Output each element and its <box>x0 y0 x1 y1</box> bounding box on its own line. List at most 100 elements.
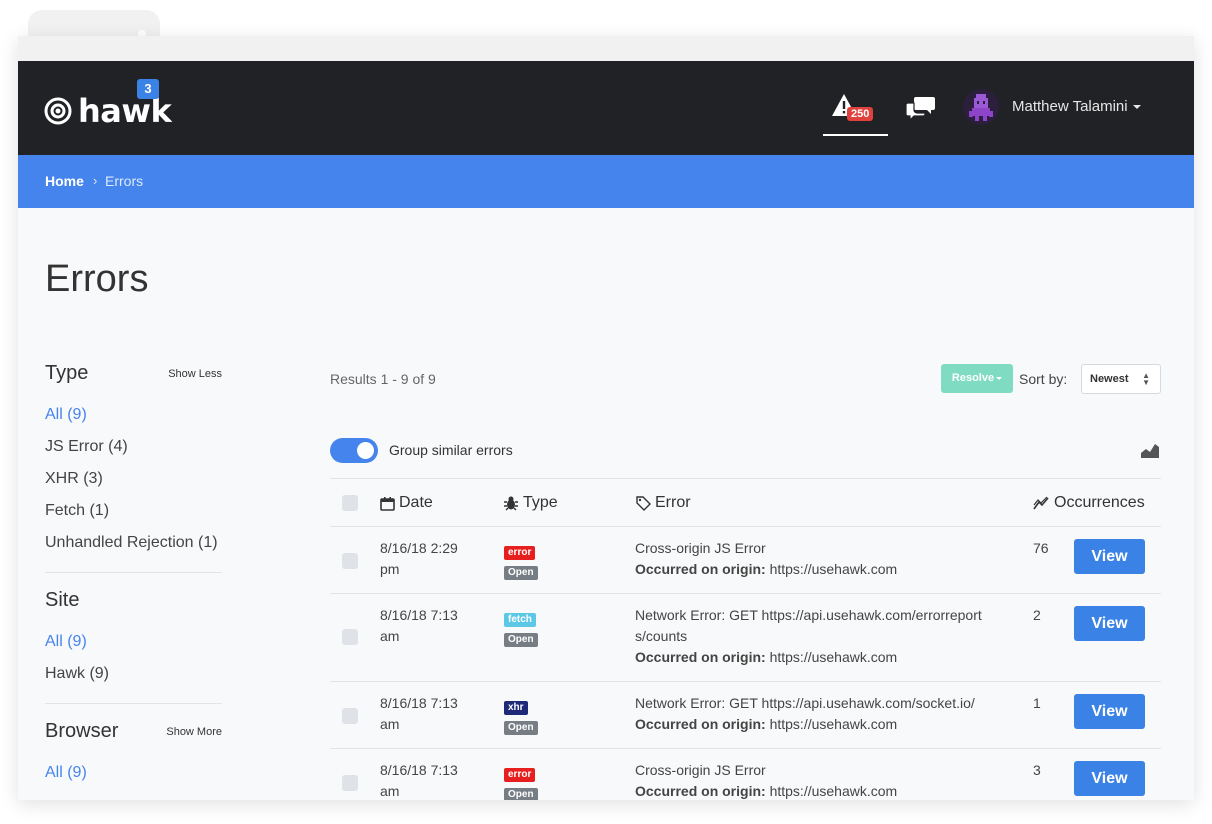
error-origin-line: Occurred on origin: https://usehawk.com <box>635 714 1015 735</box>
row-occurrences: 3 <box>1033 762 1041 778</box>
row-error: Network Error: GET https://api.usehawk.c… <box>635 605 1015 668</box>
view-button[interactable]: View <box>1074 761 1145 796</box>
error-origin-line: Occurred on origin: https://usehawk.com <box>635 781 1015 800</box>
row-checkbox[interactable] <box>342 553 358 569</box>
filter-type-unhandled-rejection[interactable]: Unhandled Rejection (1) <box>45 534 222 553</box>
group-similar-label: Group similar errors <box>389 442 513 458</box>
row-type: error Open <box>504 540 538 581</box>
sort-value: Newest <box>1090 373 1129 385</box>
table-row[interactable]: 8/16/18 7:13 am xhr Open Network Error: … <box>330 682 1161 749</box>
row-type: xhr Open <box>504 695 538 736</box>
results-count: Results 1 - 9 of 9 <box>330 371 436 387</box>
row-date-line1: 8/16/18 7:13 <box>380 762 458 778</box>
filter-divider <box>45 703 222 704</box>
messages-button[interactable] <box>905 95 936 126</box>
user-menu[interactable]: Matthew Talamini <box>1012 98 1141 115</box>
filter-divider <box>45 572 222 573</box>
row-error: Cross-origin JS Error Occurred on origin… <box>635 760 1015 800</box>
row-occurrences: 76 <box>1033 540 1049 556</box>
row-date: 8/16/18 7:13 am <box>380 693 458 735</box>
row-date-line1: 8/16/18 2:29 <box>380 540 458 556</box>
table-header: Date Type Error Occurrences <box>330 478 1161 527</box>
column-type-label: Type <box>523 494 558 511</box>
filter-type-all[interactable]: All (9) <box>45 406 222 425</box>
error-message: Network Error: GET https://api.usehawk.c… <box>635 695 975 711</box>
errors-table: Date Type Error Occurrences 8/16/18 2:29… <box>330 478 1161 800</box>
filter-type-js-error[interactable]: JS Error (4) <box>45 438 222 457</box>
column-date[interactable]: Date <box>380 494 433 512</box>
error-message: Network Error: GET https://api.usehawk.c… <box>635 607 982 623</box>
eye-logo-icon <box>44 97 72 125</box>
row-checkbox[interactable] <box>342 775 358 791</box>
top-navbar: hawk 3 250 Matthew Talamini <box>18 61 1194 155</box>
row-date-line2: pm <box>380 561 400 577</box>
filter-site: Site All (9) Hawk (9) <box>45 589 222 684</box>
row-occurrences: 1 <box>1033 695 1041 711</box>
view-button[interactable]: View <box>1074 539 1145 574</box>
sort-label: Sort by: <box>1019 371 1068 387</box>
filter-browser-all[interactable]: All (9) <box>45 764 222 783</box>
filter-site-all[interactable]: All (9) <box>45 633 222 652</box>
row-type: error Open <box>504 762 538 800</box>
filter-type-fetch[interactable]: Fetch (1) <box>45 502 222 521</box>
show-more-link[interactable]: Show More <box>166 726 222 738</box>
table-row[interactable]: 8/16/18 7:13 am error Open Cross-origin … <box>330 749 1161 800</box>
chevron-down-icon <box>996 376 1003 380</box>
area-chart-icon[interactable] <box>1140 441 1160 459</box>
sort-select[interactable]: Newest ▲ ▼ <box>1081 364 1161 394</box>
column-error[interactable]: Error <box>635 494 691 512</box>
column-occurrences[interactable]: Occurrences <box>1033 494 1145 512</box>
breadcrumb-home-link[interactable]: Home <box>45 173 84 189</box>
origin-label: Occurred on origin: <box>635 716 766 732</box>
type-tag: error <box>504 546 536 560</box>
row-date-line1: 8/16/18 7:13 <box>380 695 458 711</box>
resolve-button[interactable]: Resolve <box>941 364 1013 393</box>
view-button[interactable]: View <box>1074 694 1145 729</box>
type-tag: xhr <box>504 701 528 715</box>
origin-value: https://usehawk.com <box>769 783 898 799</box>
column-type[interactable]: Type <box>503 494 558 512</box>
status-tag: Open <box>504 633 538 647</box>
error-origin-line: Occurred on origin: https://usehawk.com <box>635 647 1015 668</box>
row-date: 8/16/18 7:13 am <box>380 760 458 800</box>
bug-icon <box>504 496 518 511</box>
filter-type: Type Show Less All (9) JS Error (4) XHR … <box>45 362 222 553</box>
filter-site-hawk[interactable]: Hawk (9) <box>45 665 222 684</box>
row-checkbox[interactable] <box>342 629 358 645</box>
column-error-label: Error <box>655 494 691 511</box>
table-row[interactable]: 8/16/18 2:29 pm error Open Cross-origin … <box>330 527 1161 594</box>
main-content: Errors Type Show Less All (9) JS Error (… <box>18 208 1194 800</box>
type-tag: error <box>504 768 536 782</box>
chevron-down-icon <box>1132 105 1141 110</box>
browser-chrome <box>18 36 1194 61</box>
alerts-count-badge: 250 <box>847 107 874 121</box>
show-less-link[interactable]: Show Less <box>168 368 222 380</box>
origin-label: Occurred on origin: <box>635 561 766 577</box>
row-checkbox[interactable] <box>342 708 358 724</box>
error-message: Cross-origin JS Error <box>635 540 766 556</box>
chat-icon <box>905 97 935 122</box>
alerts-button[interactable]: 250 <box>823 89 888 136</box>
sort-arrows-icon: ▲ ▼ <box>1142 371 1150 387</box>
toggle-knob <box>357 442 374 459</box>
type-tag: fetch <box>504 613 536 627</box>
view-button[interactable]: View <box>1074 606 1145 641</box>
version-badge: 3 <box>137 79 159 99</box>
origin-value: https://usehawk.com <box>769 716 898 732</box>
trend-icon <box>1033 496 1049 509</box>
filter-type-xhr[interactable]: XHR (3) <box>45 470 222 489</box>
table-row[interactable]: 8/16/18 7:13 am fetch Open Network Error… <box>330 594 1161 682</box>
row-date-line2: am <box>380 716 400 732</box>
calendar-icon <box>380 496 395 511</box>
column-occurrences-label: Occurrences <box>1054 494 1145 511</box>
avatar-image <box>963 89 999 125</box>
user-avatar[interactable] <box>963 89 999 125</box>
origin-label: Occurred on origin: <box>635 649 766 665</box>
select-all-checkbox[interactable] <box>342 495 358 511</box>
row-occurrences: 2 <box>1033 607 1041 623</box>
row-date-line1: 8/16/18 7:13 <box>380 607 458 623</box>
breadcrumb-current: Errors <box>105 173 144 189</box>
error-message: Cross-origin JS Error <box>635 762 766 778</box>
status-tag: Open <box>504 788 538 800</box>
group-similar-toggle[interactable] <box>330 438 378 463</box>
